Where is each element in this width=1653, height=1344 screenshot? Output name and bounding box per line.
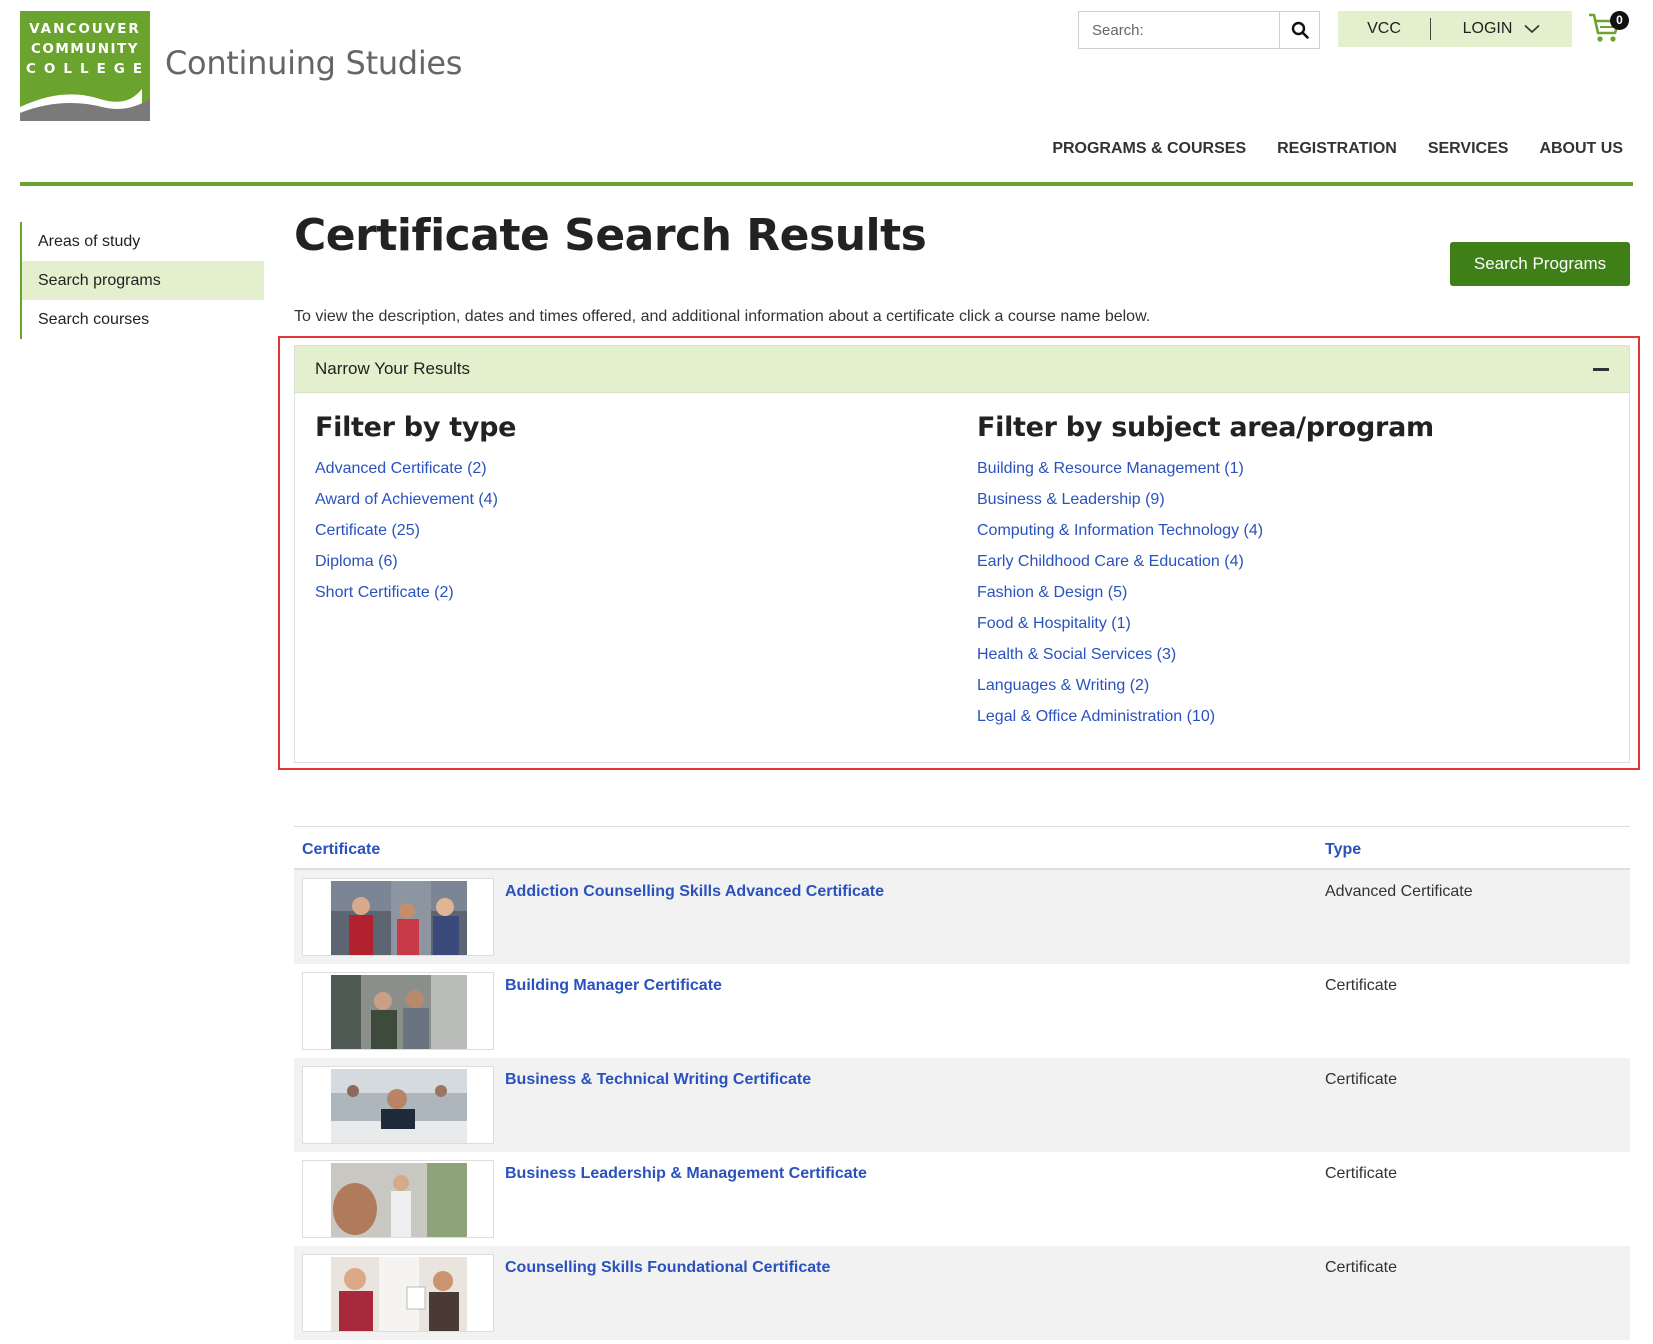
filter-subject-link[interactable]: Fashion & Design (5) bbox=[977, 577, 1434, 608]
sidebar-item-search-courses[interactable]: Search courses bbox=[22, 300, 264, 339]
certificate-type: Certificate bbox=[1325, 1259, 1398, 1276]
certificate-link[interactable]: Business Leadership & Management Certifi… bbox=[505, 1165, 867, 1183]
site-name[interactable]: Continuing Studies bbox=[165, 44, 462, 82]
certificate-type: Certificate bbox=[1325, 1071, 1398, 1088]
chevron-down-icon bbox=[1524, 24, 1540, 34]
thumbnail-image bbox=[331, 1069, 467, 1143]
thumbnail-image bbox=[331, 1257, 467, 1331]
filter-type-link[interactable]: Short Certificate (2) bbox=[315, 577, 516, 608]
filter-subject-link[interactable]: Business & Leadership (9) bbox=[977, 484, 1434, 515]
filter-subject-link[interactable]: Early Childhood Care & Education (4) bbox=[977, 546, 1434, 577]
filter-type-link[interactable]: Diploma (6) bbox=[315, 546, 516, 577]
certificate-link[interactable]: Business & Technical Writing Certificate bbox=[505, 1071, 811, 1089]
logo-wordmark: VANCOUVER COMMUNITY COLLEGE bbox=[20, 19, 150, 79]
search-icon bbox=[1291, 21, 1309, 39]
search-input[interactable] bbox=[1079, 12, 1279, 48]
collapse-icon[interactable] bbox=[1593, 368, 1609, 371]
certificate-link[interactable]: Addiction Counselling Skills Advanced Ce… bbox=[505, 883, 884, 901]
filter-subject-link[interactable]: Health & Social Services (3) bbox=[977, 639, 1434, 670]
filter-by-subject: Filter by subject area/program Building … bbox=[977, 412, 1434, 732]
filter-subject-link[interactable]: Computing & Information Technology (4) bbox=[977, 515, 1434, 546]
cart-button[interactable]: 0 bbox=[1588, 11, 1629, 46]
certificate-thumbnail[interactable] bbox=[302, 972, 494, 1050]
column-header-certificate[interactable]: Certificate bbox=[302, 841, 380, 859]
login-label: LOGIN bbox=[1462, 20, 1513, 37]
sidebar-item-search-programs[interactable]: Search programs bbox=[22, 261, 264, 300]
vcc-link[interactable]: VCC bbox=[1338, 20, 1430, 38]
vcc-logo[interactable]: VANCOUVER COMMUNITY COLLEGE bbox=[20, 11, 150, 121]
page-title: Certificate Search Results bbox=[294, 210, 927, 261]
table-row: Addiction Counselling Skills Advanced Ce… bbox=[294, 870, 1630, 964]
filter-subject-link[interactable]: Legal & Office Administration (10) bbox=[977, 701, 1434, 732]
filter-type-link[interactable]: Certificate (25) bbox=[315, 515, 516, 546]
filter-subject-link[interactable]: Languages & Writing (2) bbox=[977, 670, 1434, 701]
table-row: Business & Technical Writing Certificate… bbox=[294, 1058, 1630, 1152]
search-button[interactable] bbox=[1279, 12, 1319, 48]
certificate-link[interactable]: Building Manager Certificate bbox=[505, 977, 722, 995]
table-row: Business Leadership & Management Certifi… bbox=[294, 1152, 1630, 1246]
sidebar-nav: Areas of study Search programs Search co… bbox=[20, 222, 264, 339]
search-programs-button[interactable]: Search Programs bbox=[1450, 242, 1630, 286]
logo-line-1: VANCOUVER bbox=[29, 21, 141, 37]
logo-wave-graphic bbox=[20, 89, 150, 121]
results-table: Certificate Type Addiction Counselling S… bbox=[294, 826, 1630, 1340]
nav-programs-courses[interactable]: PROGRAMS & COURSES bbox=[1052, 140, 1246, 158]
cart-count-badge: 0 bbox=[1610, 11, 1629, 30]
table-row: Building Manager Certificate Certificate bbox=[294, 964, 1630, 1058]
intro-text: To view the description, dates and times… bbox=[294, 308, 1151, 325]
filter-by-type: Filter by type Advanced Certificate (2) … bbox=[315, 412, 516, 608]
column-header-type[interactable]: Type bbox=[1325, 841, 1361, 859]
narrow-results-panel: Narrow Your Results Filter by type Advan… bbox=[294, 345, 1630, 763]
certificate-thumbnail[interactable] bbox=[302, 1160, 494, 1238]
sidebar-item-areas-of-study[interactable]: Areas of study bbox=[22, 222, 264, 261]
logo-line-2: COMMUNITY bbox=[30, 41, 140, 57]
certificate-type: Advanced Certificate bbox=[1325, 883, 1473, 900]
thumbnail-image bbox=[331, 881, 467, 955]
filter-subject-heading: Filter by subject area/program bbox=[977, 412, 1434, 443]
certificate-thumbnail[interactable] bbox=[302, 1066, 494, 1144]
certificate-thumbnail[interactable] bbox=[302, 1254, 494, 1332]
filter-type-link[interactable]: Advanced Certificate (2) bbox=[315, 453, 516, 484]
login-dropdown[interactable]: LOGIN bbox=[1431, 20, 1572, 38]
certificate-type: Certificate bbox=[1325, 977, 1398, 994]
narrow-results-title: Narrow Your Results bbox=[315, 359, 470, 378]
narrow-results-header[interactable]: Narrow Your Results bbox=[295, 346, 1629, 393]
thumbnail-image bbox=[331, 1163, 467, 1237]
main-navigation: PROGRAMS & COURSES REGISTRATION SERVICES… bbox=[1052, 140, 1623, 158]
nav-about-us[interactable]: ABOUT US bbox=[1539, 140, 1623, 158]
account-bar: VCC LOGIN bbox=[1338, 11, 1572, 47]
filter-subject-link[interactable]: Building & Resource Management (1) bbox=[977, 453, 1434, 484]
results-table-header: Certificate Type bbox=[294, 826, 1630, 870]
thumbnail-image bbox=[331, 975, 467, 1049]
certificate-thumbnail[interactable] bbox=[302, 878, 494, 956]
site-search bbox=[1078, 11, 1320, 49]
filter-subject-link[interactable]: Food & Hospitality (1) bbox=[977, 608, 1434, 639]
header-divider bbox=[20, 182, 1633, 186]
certificate-link[interactable]: Counselling Skills Foundational Certific… bbox=[505, 1259, 830, 1277]
nav-services[interactable]: SERVICES bbox=[1428, 140, 1509, 158]
filter-type-heading: Filter by type bbox=[315, 412, 517, 443]
filter-type-link[interactable]: Award of Achievement (4) bbox=[315, 484, 516, 515]
nav-registration[interactable]: REGISTRATION bbox=[1277, 140, 1397, 158]
certificate-type: Certificate bbox=[1325, 1165, 1398, 1182]
table-row: Counselling Skills Foundational Certific… bbox=[294, 1246, 1630, 1340]
